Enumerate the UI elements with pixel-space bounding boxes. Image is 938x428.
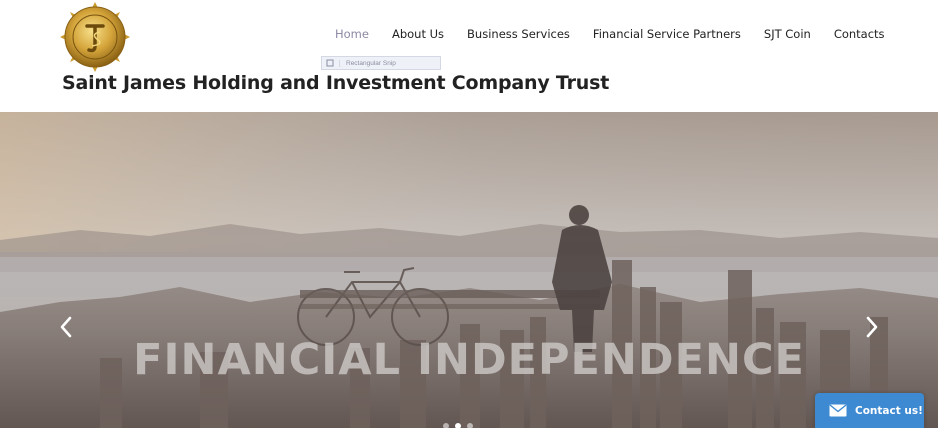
- nav-sjt-coin[interactable]: SJT Coin: [764, 26, 811, 42]
- slider-next-button[interactable]: [860, 312, 884, 342]
- slider-prev-button[interactable]: [54, 312, 78, 342]
- site-header: Home About Us Business Services Financia…: [0, 0, 938, 112]
- slider-dot-active[interactable]: [455, 423, 461, 428]
- hero-headline: FINANCIAL INDEPENDENCE: [133, 335, 805, 385]
- slider-pagination: [443, 423, 473, 428]
- nav-business-services[interactable]: Business Services: [467, 26, 570, 42]
- chevron-right-icon: [866, 316, 878, 338]
- snip-mode-icon[interactable]: [325, 58, 335, 68]
- logo[interactable]: [60, 2, 130, 72]
- site-title: Saint James Holding and Investment Compa…: [62, 72, 610, 94]
- slider-dot[interactable]: [443, 423, 449, 428]
- nav-financial-service-partners[interactable]: Financial Service Partners: [593, 26, 741, 42]
- nav-contacts[interactable]: Contacts: [834, 26, 885, 42]
- rectangular-snip-overlay[interactable]: Rectangular Snip: [321, 56, 441, 70]
- envelope-icon: [829, 404, 847, 417]
- main-nav: Home About Us Business Services Financia…: [335, 26, 885, 42]
- slider-dot[interactable]: [467, 423, 473, 428]
- nav-home[interactable]: Home: [335, 26, 369, 42]
- hero-slider: FINANCIAL INDEPENDENCE: [0, 112, 938, 428]
- contact-us-widget[interactable]: Contact us!: [815, 393, 924, 428]
- chevron-left-icon: [60, 316, 72, 338]
- contact-us-label: Contact us!: [855, 404, 923, 417]
- snip-mode-label: Rectangular Snip: [339, 59, 396, 67]
- nav-about-us[interactable]: About Us: [392, 26, 444, 42]
